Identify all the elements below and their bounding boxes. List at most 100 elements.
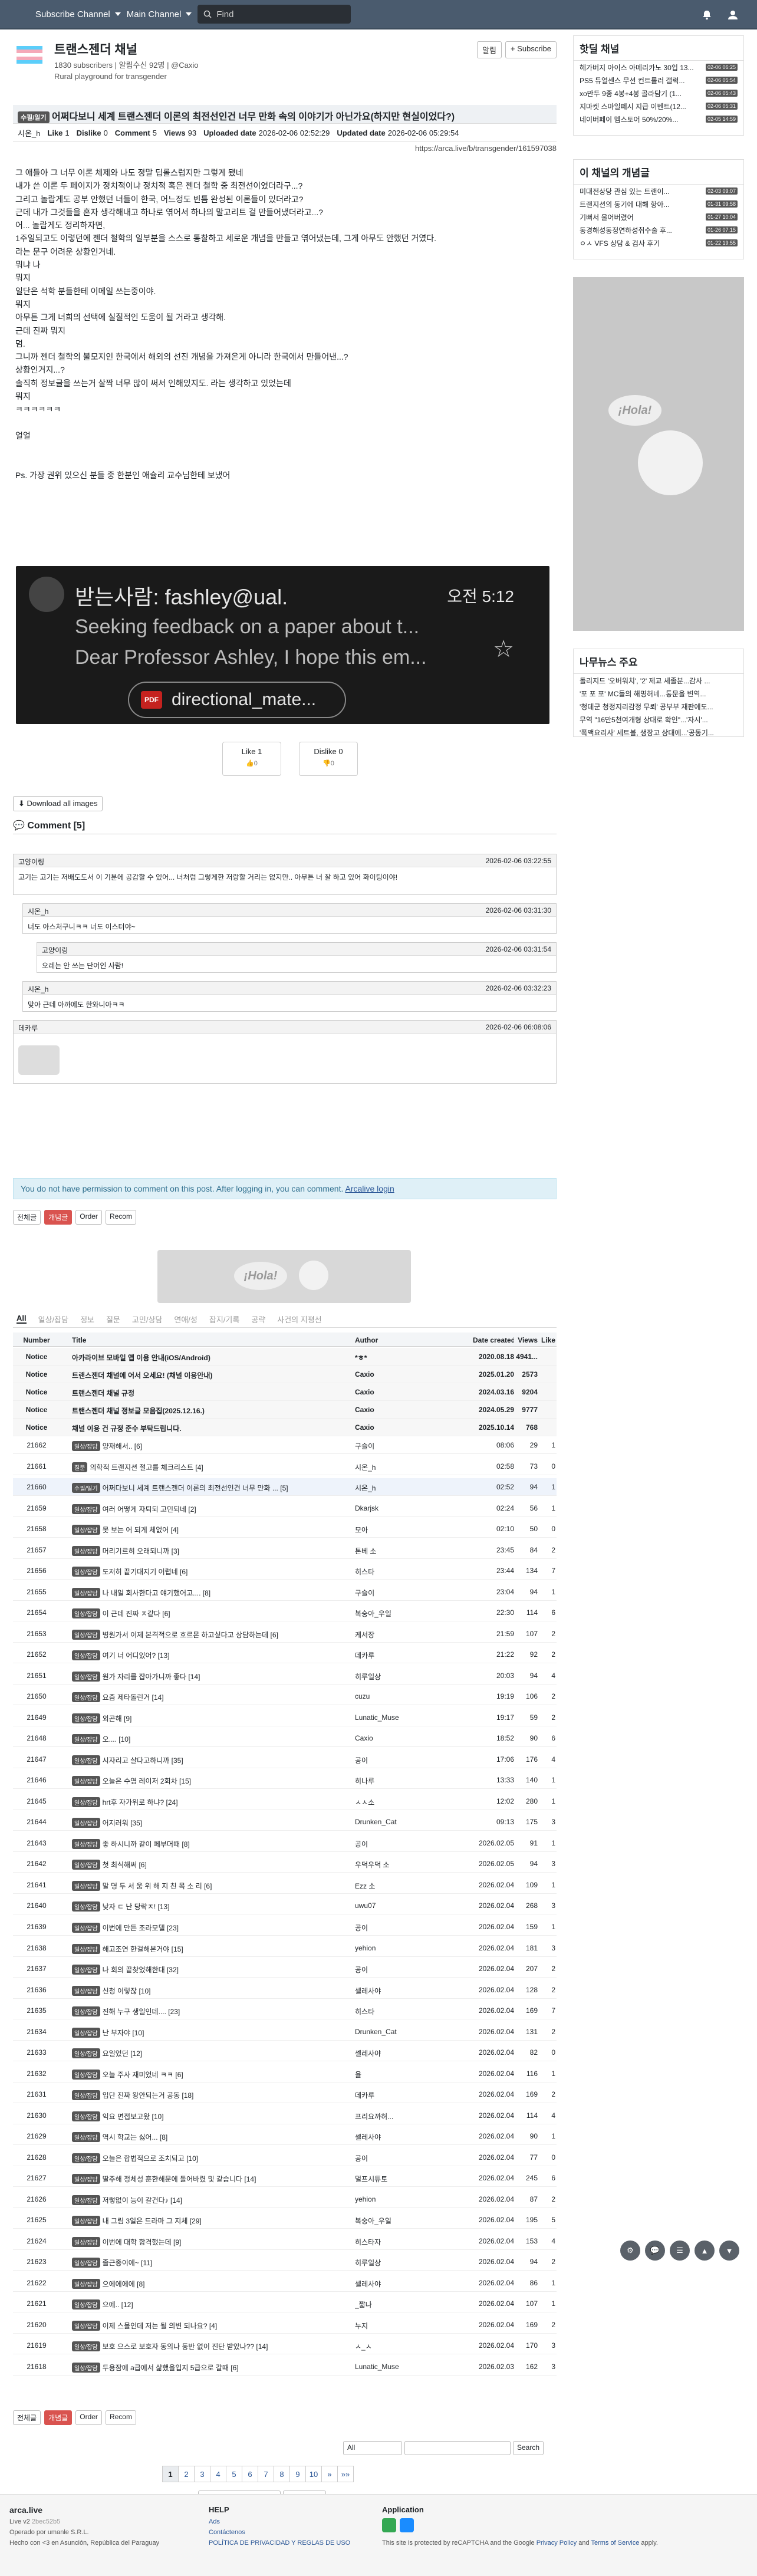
table-row[interactable]: 21646 일상/잡담 오늘은 수염 레이저 2회차 [15] 히나루 13:33 140… bbox=[13, 1771, 557, 1789]
row-title[interactable]: 일상/잡담 양재해서.. [6] bbox=[72, 1441, 331, 1451]
row-author[interactable]: 프리요까허... bbox=[355, 2111, 426, 2121]
row-title[interactable]: 일상/잡담 역시 학교는 싫어... [8] bbox=[72, 2132, 331, 2143]
comment-author[interactable]: 데카루 bbox=[18, 1023, 38, 1032]
row-author[interactable]: 히스타 bbox=[355, 2006, 426, 2016]
table-row[interactable]: 21653 일상/잡담 병원가서 이제 본격적으로 호르몬 하고싶다고 상담하는데 … bbox=[13, 1625, 557, 1643]
all-posts-button[interactable]: 전체글 bbox=[13, 1210, 41, 1225]
comment-author[interactable]: 시온_h bbox=[28, 984, 48, 993]
row-title-text[interactable]: 어쩌다보니 세계 트랜스젠더 이론의 최전선인건 너무 만화 ... [5] bbox=[103, 1484, 288, 1492]
row-title[interactable]: 일상/잡담 이번에 대학 합격했는데 [9] bbox=[72, 2236, 331, 2247]
side-item-title[interactable]: 헤가버지 아이스 아메리카노 30입 13... bbox=[580, 62, 697, 73]
row-author[interactable]: 데카루 bbox=[355, 1650, 426, 1660]
footer-policy-link[interactable]: POLÍTICA DE PRIVACIDAD Y REGLAS DE USO bbox=[209, 2539, 350, 2547]
table-row[interactable]: 21645 일상/잡담 hrt후 자가위로 하냐? [24] ㅅㅅ소 12:02 280 1 bbox=[13, 1792, 557, 1810]
row-title[interactable]: 일상/잡담 오늘은 수염 레이저 2회차 [15] bbox=[72, 1776, 331, 1787]
table-row[interactable]: 21626 일상/잡담 저렇없이 능이 갈건다♪ [14] yehion 2026.02… bbox=[13, 2190, 557, 2208]
notice-row[interactable]: Notice 트랜스젠더 채널 규정 Caxio 2024.03.16 9204 bbox=[13, 1383, 557, 1401]
row-title-text[interactable]: 이번에 만든 조라모델 [23] bbox=[103, 1924, 179, 1932]
terms-link[interactable]: Terms of Service bbox=[591, 2539, 639, 2547]
table-row[interactable]: 21637 일상/잡담 나 회의 끝찾었해한대 [32] 공이 2026.02.04 20… bbox=[13, 1960, 557, 1978]
row-title[interactable]: 일상/잡담 딸주해 정체성 훈한해문에 돌어바렸 및 같습니다 [14] bbox=[72, 2174, 331, 2184]
table-row[interactable]: 21630 일상/잡담 익요 면접보고왔 [10] 프리요까허... 2026.02.0… bbox=[13, 2107, 557, 2124]
comment-author[interactable]: 고양이링 bbox=[42, 945, 68, 955]
side-item-title[interactable]: ㅇㅅ VFS 상담 & 검사 후기 bbox=[580, 238, 697, 248]
row-title-text[interactable]: 병원가서 이제 본격적으로 호르몬 하고싶다고 상담하는데 [6] bbox=[103, 1631, 278, 1639]
row-author[interactable]: 셀레사야 bbox=[355, 2132, 426, 2142]
table-row[interactable]: 21654 일상/잡담 이 근데 진짜 ㅈ같다 [6] 복숭아_우일 22:30 114 6 bbox=[13, 1604, 557, 1622]
notice-row[interactable]: Notice 트랜스젠더 채널에 어서 오세요! (채널 이용안내) Caxio 20… bbox=[13, 1366, 557, 1383]
table-row[interactable]: 21627 일상/잡담 딸주해 정체성 훈한해문에 돌어바렸 및 같습니다 [14]… bbox=[13, 2169, 557, 2187]
scroll-up-icon[interactable]: ▲ bbox=[695, 2241, 715, 2261]
row-title[interactable]: 일상/잡담 으에에에에 [8] bbox=[72, 2278, 331, 2289]
page-2[interactable]: 2 bbox=[178, 2466, 195, 2482]
row-author[interactable]: yehion bbox=[355, 1944, 426, 1952]
row-title[interactable]: 일상/잡담 시자리고 살다고하니까 [35] bbox=[72, 1755, 331, 1765]
news-title[interactable]: 나무뉴스 주요 bbox=[574, 649, 743, 674]
row-author[interactable]: Caxio bbox=[355, 1734, 426, 1742]
comment-jump-icon[interactable]: 💬 bbox=[645, 2241, 665, 2261]
row-title[interactable]: 일상/잡담 오.... [10] bbox=[72, 1734, 331, 1745]
table-row[interactable]: 21622 일상/잡담 으에에에에 [8] 셀레사야 2026.02.04 86 1 bbox=[13, 2274, 557, 2292]
notice-author[interactable]: *ㅎ* bbox=[355, 1353, 426, 1363]
tab-1[interactable]: 일상/잡담 bbox=[38, 1314, 68, 1324]
row-title[interactable]: 일상/잡담 입단 진짜 왕안되는거 공동 [18] bbox=[72, 2090, 331, 2101]
page-1[interactable]: 1 bbox=[162, 2466, 179, 2482]
row-title[interactable]: 일상/잡담 hrt후 자가위로 하냐? [24] bbox=[72, 1797, 331, 1807]
row-author[interactable]: 공이 bbox=[355, 1965, 426, 1975]
search-scope-select[interactable]: All bbox=[343, 2441, 402, 2455]
side-item-hot[interactable]: 헤가버지 아이스 아메리카노 30입 13... 02-06 06:25 bbox=[574, 61, 743, 74]
recommended-posts-button[interactable]: 개념글 bbox=[44, 2410, 73, 2425]
privacy-link[interactable]: Privacy Policy bbox=[537, 2539, 577, 2547]
row-title-text[interactable]: 머리기르히 오래되니까 [3] bbox=[103, 1547, 179, 1555]
row-title-text[interactable]: 난 부자야 [10] bbox=[103, 2029, 144, 2037]
news-item-title[interactable]: '포 포 포' MC들의 해명허네...통문을 변역... bbox=[580, 689, 738, 699]
table-row[interactable]: 21644 일상/잡담 어지러워 [35] Drunken_Cat 09:13 175 3 bbox=[13, 1813, 557, 1831]
row-author[interactable]: 셀레사야 bbox=[355, 1986, 426, 1996]
table-row[interactable]: 21621 일상/잡담 으에.. [12] _짧나 2026.02.04 107 1 bbox=[13, 2295, 557, 2313]
row-author[interactable]: 공이 bbox=[355, 2153, 426, 2163]
side-item-title[interactable]: 동경해성동정연하성취수술 후... bbox=[580, 225, 697, 235]
table-row[interactable]: 21647 일상/잡담 시자리고 살다고하니까 [35] 공이 17:06 176 4 bbox=[13, 1751, 557, 1768]
row-author[interactable]: 우덕우덕 소 bbox=[355, 1860, 426, 1870]
notice-author[interactable]: Caxio bbox=[355, 1370, 426, 1379]
row-author[interactable]: 톤베 소 bbox=[355, 1546, 426, 1556]
news-item-title[interactable]: '청데군 청정지리감정 무뢰' 공부부 재판에도... bbox=[580, 702, 738, 712]
row-title-text[interactable]: 두용잠에 a급에서 삶했을입지 5급으로 갈때 [6] bbox=[103, 2364, 239, 2372]
side-item-title[interactable]: 지마켓 스마일페시 지급 이벤트(12... bbox=[580, 101, 697, 111]
row-author[interactable]: Lunatic_Muse bbox=[355, 2363, 426, 2371]
row-author[interactable]: 케서장 bbox=[355, 1630, 426, 1640]
page-5[interactable]: 5 bbox=[226, 2466, 242, 2482]
row-author[interactable]: 히스타 bbox=[355, 1567, 426, 1577]
side-item-hot[interactable]: 네이버페이 멤스토어 50%/20%... 02-05 14:59 bbox=[574, 113, 743, 126]
row-author[interactable]: 복숭아_우일 bbox=[355, 1608, 426, 1618]
table-row[interactable]: 21642 일상/잡담 첫 최식해써 [6] 우덕우덕 소 2026.02.05 94 3 bbox=[13, 1855, 557, 1873]
table-row[interactable]: 21658 일상/잡담 못 보는 어 되게 체없어 [4] 모아 02:10 50 0 bbox=[13, 1520, 557, 1538]
table-row[interactable]: 21633 일상/잡담 요일었던 [12] 셀레사야 2026.02.04 82 0 bbox=[13, 2044, 557, 2062]
row-title[interactable]: 일상/잡담 이번에 만든 조라모델 [23] bbox=[72, 1923, 331, 1933]
recommended-posts-button[interactable]: 개념글 bbox=[44, 1210, 73, 1225]
table-row[interactable]: 21643 일상/잡담 좋 하시니까 같이 페부머때 [8] 공이 2026.02.05… bbox=[13, 1834, 557, 1852]
table-row[interactable]: 21659 일상/잡담 여러 어떻게 자퇴되 고민되네 [2] Dkarjsk 02:2… bbox=[13, 1499, 557, 1517]
row-title[interactable]: 일상/잡담 오늘 주사 재미었네 ㅋㅋ [6] bbox=[72, 2069, 331, 2080]
subscribe-button[interactable]: + Subscribe bbox=[505, 41, 557, 58]
side-item-hot[interactable]: PS5 듀얼센스 무선 컨트롤러 갤럭... 02-06 05:54 bbox=[574, 74, 743, 87]
table-row[interactable]: 21632 일상/잡담 오늘 주사 재미었네 ㅋㅋ [6] 율 2026.02.04 11… bbox=[13, 2065, 557, 2082]
row-title-text[interactable]: 오늘은 수염 레이저 2회차 [15] bbox=[103, 1777, 191, 1785]
table-row[interactable]: 21618 일상/잡담 두용잠에 a급에서 삶했을입지 5급으로 갈때 [6] Lun… bbox=[13, 2358, 557, 2376]
row-author[interactable]: 모아 bbox=[355, 1525, 426, 1535]
page-7[interactable]: 7 bbox=[258, 2466, 274, 2482]
row-title-text[interactable]: 으에.. [12] bbox=[103, 2301, 133, 2309]
row-title[interactable]: 일상/잡담 첫 최식해써 [6] bbox=[72, 1860, 331, 1870]
concept-title[interactable]: 이 채널의 개념글 bbox=[574, 160, 743, 185]
row-title[interactable]: 일상/잡담 진해 누구 생일인데.... [23] bbox=[72, 2006, 331, 2017]
page-»[interactable]: » bbox=[321, 2466, 338, 2482]
row-title[interactable]: 일상/잡담 머리기르히 오래되니까 [3] bbox=[72, 1545, 331, 1556]
table-row[interactable]: 21638 일상/잡담 해고조연 한걸해본거야 [15] yehion 2026.02.… bbox=[13, 1939, 557, 1957]
list-icon[interactable]: ☰ bbox=[670, 2241, 690, 2261]
row-author[interactable]: 셀레사야 bbox=[355, 2279, 426, 2289]
row-author[interactable]: 공이 bbox=[355, 1839, 426, 1849]
notice-row[interactable]: Notice 트랜스젠더 채널 정보글 모음집(2025.12.16.) Caxio… bbox=[13, 1401, 557, 1419]
table-row[interactable]: 21657 일상/잡담 머리기르히 오래되니까 [3] 톤베 소 23:45 84 2 bbox=[13, 1541, 557, 1559]
row-title-text[interactable]: 첫 최식해써 [6] bbox=[103, 1861, 147, 1869]
table-row[interactable]: 21636 일상/잡담 신청 이렇잖 [10] 셀레사야 2026.02.04 128 2 bbox=[13, 1981, 557, 1999]
